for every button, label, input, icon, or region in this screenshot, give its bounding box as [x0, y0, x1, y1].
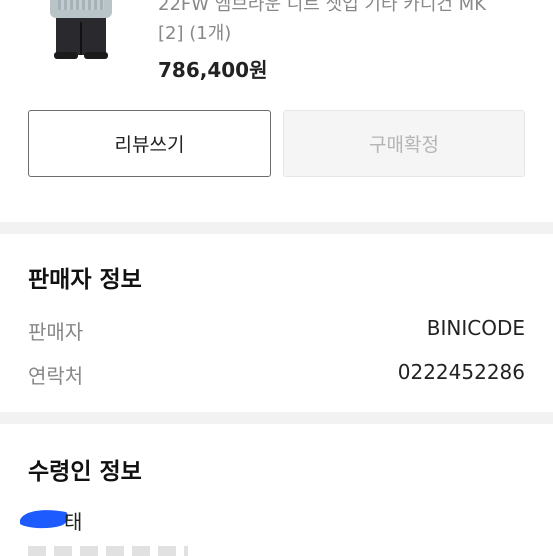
- product-option: [2] (1개): [158, 23, 232, 44]
- redaction-scribble: [20, 510, 68, 529]
- seller-label: 판매자: [28, 320, 84, 344]
- seller-info-section: 판매자 정보 판매자 BINICODE 연락처 0222452286: [0, 234, 553, 412]
- contact-value[interactable]: 0222452286: [398, 360, 525, 384]
- jacket-shape: [50, 0, 112, 18]
- section-divider: [0, 222, 553, 234]
- product-thumbnail[interactable]: [32, 0, 132, 63]
- shoe-left-shape: [54, 52, 78, 59]
- shoe-right-shape: [84, 52, 108, 59]
- recipient-info-title: 수령인 정보: [28, 459, 142, 485]
- seller-info-title: 판매자 정보: [28, 267, 142, 293]
- contact-label: 연락처: [28, 364, 84, 388]
- pants-shape: [56, 18, 106, 55]
- seller-value: BINICODE: [426, 316, 525, 340]
- product-price: 786,400원: [158, 58, 268, 82]
- confirm-purchase-button[interactable]: 구매확정: [283, 110, 525, 177]
- recipient-info-section: 수령인 정보 태: [0, 424, 553, 556]
- write-review-button[interactable]: 리뷰쓰기: [28, 110, 271, 177]
- product-name[interactable]: 22FW 엠브라운 니트 셋업 기타 카디건 MK: [158, 0, 486, 16]
- cropped-text-line: [28, 546, 188, 556]
- recipient-name: 태: [64, 510, 83, 534]
- section-divider: [0, 412, 553, 424]
- order-item-card: 22FW 엠브라운 니트 셋업 기타 카디건 MK [2] (1개) 786,4…: [0, 0, 553, 222]
